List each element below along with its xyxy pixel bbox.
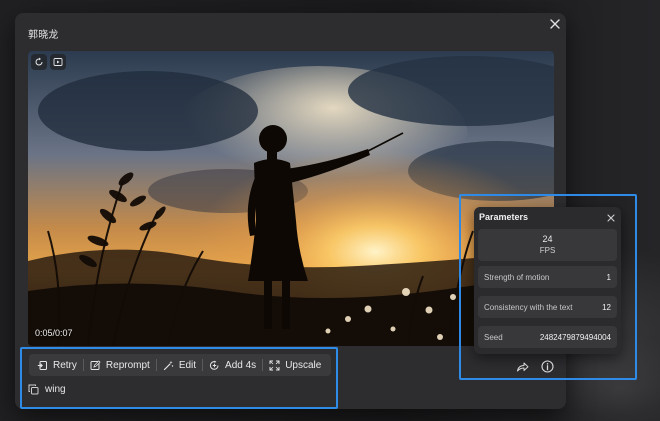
upscale-button[interactable]: Upscale xyxy=(263,356,327,374)
add-4s-label: Add 4s xyxy=(225,359,257,371)
retry-button[interactable]: Retry xyxy=(31,356,83,374)
parameters-close-button[interactable] xyxy=(605,212,616,223)
dialog-close-button[interactable] xyxy=(548,17,562,31)
retry-label: Retry xyxy=(53,359,77,371)
edit-button[interactable]: Edit xyxy=(157,356,202,374)
param-row-seed: Seed 2482479879494004 xyxy=(478,326,617,348)
fps-value: 24 xyxy=(542,234,553,244)
fps-label: FPS xyxy=(539,246,556,255)
param-value: 12 xyxy=(602,302,611,312)
info-button[interactable] xyxy=(539,358,555,374)
add-time-icon xyxy=(209,360,219,370)
play-button[interactable] xyxy=(50,54,66,70)
expand-icon xyxy=(269,360,280,370)
close-icon xyxy=(606,213,615,222)
share-button[interactable] xyxy=(514,358,530,374)
param-row-consistency: Consistency with the text 12 xyxy=(478,296,617,318)
reprompt-label: Reprompt xyxy=(105,359,150,371)
video-time-label: 0:05/0:07 xyxy=(35,328,73,338)
parameters-title: Parameters xyxy=(479,212,529,222)
share-icon xyxy=(516,362,528,371)
prompt-text: wing xyxy=(45,384,66,395)
replay-icon xyxy=(35,57,43,66)
reprompt-button[interactable]: Reprompt xyxy=(84,356,156,374)
param-label: Strength of motion xyxy=(484,272,550,282)
param-value: 1 xyxy=(606,272,611,282)
dialog-title: 郭晓龙 xyxy=(28,30,59,41)
param-value: 2482479879494004 xyxy=(539,332,611,342)
edit-label: Edit xyxy=(178,359,197,371)
close-icon xyxy=(550,19,560,29)
action-toolbar: Retry Reprompt Edit Add 4s Upscale xyxy=(29,354,331,376)
parameters-panel: Parameters 24 FPS Strength of motion 1 C… xyxy=(474,207,621,354)
retry-icon xyxy=(37,360,47,370)
param-row-strength-of-motion: Strength of motion 1 xyxy=(478,266,617,288)
prompt-row: wing xyxy=(28,384,66,395)
upscale-label: Upscale xyxy=(285,359,322,371)
param-label: Seed xyxy=(484,332,503,342)
param-label: Consistency with the text xyxy=(484,302,573,312)
add-4s-button[interactable]: Add 4s xyxy=(203,356,262,374)
edit-pencil-icon xyxy=(90,359,101,370)
magic-wand-icon xyxy=(163,360,174,370)
info-icon xyxy=(540,359,554,373)
fps-card: 24 FPS xyxy=(478,229,617,261)
copy-icon[interactable] xyxy=(28,384,39,395)
replay-button[interactable] xyxy=(31,54,47,70)
play-icon xyxy=(53,58,63,66)
